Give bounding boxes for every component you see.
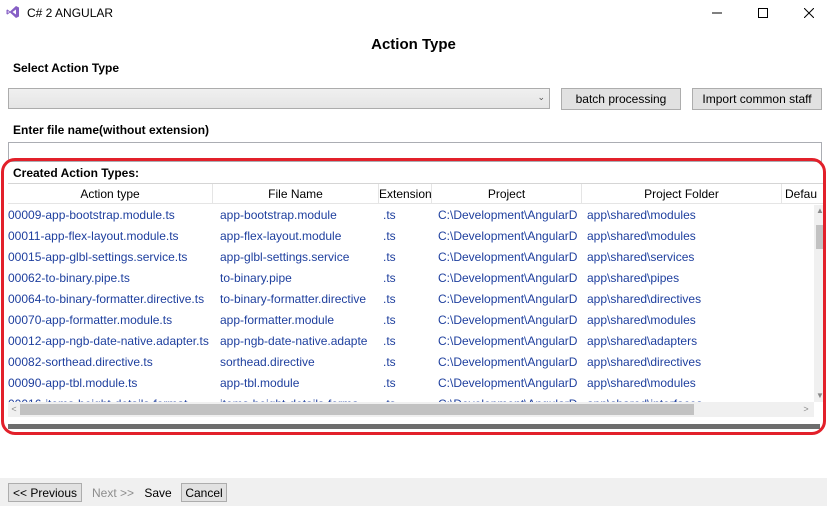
cell-action-type: 00090-app-tbl.module.ts <box>8 376 138 390</box>
cell-project-folder: app\shared\services <box>587 250 695 264</box>
cell-action-type: 00011-app-flex-layout.module.ts <box>8 229 179 243</box>
cell-action-type: 00082-sorthead.directive.ts <box>8 355 153 369</box>
grid-header: Action type File Name Extension Project … <box>8 184 826 204</box>
table-row[interactable]: 00090-app-tbl.module.ts app-tbl.module .… <box>8 373 814 394</box>
cell-project: C:\Development\AngularD <box>438 208 578 222</box>
cell-project-folder: app\shared\pipes <box>587 271 680 285</box>
minimize-icon <box>712 12 722 14</box>
column-header-project-folder[interactable]: Project Folder <box>582 184 782 204</box>
column-header-action-type[interactable]: Action type <box>8 184 213 204</box>
cell-extension: .ts <box>383 208 396 222</box>
horizontal-scroll-thumb[interactable] <box>20 404 694 415</box>
cell-project: C:\Development\AngularD <box>438 292 578 306</box>
file-name-input[interactable] <box>8 142 822 162</box>
cell-extension: .ts <box>383 292 396 306</box>
close-button[interactable] <box>786 0 827 26</box>
cell-extension: .ts <box>383 229 396 243</box>
next-button[interactable]: Next >> <box>87 483 139 502</box>
vertical-scroll-thumb[interactable] <box>816 225 825 249</box>
table-row[interactable]: 00070-app-formatter.module.ts app-format… <box>8 310 814 331</box>
cell-action-type: 00070-app-formatter.module.ts <box>8 313 173 327</box>
cell-file-name: to-binary-formatter.directive <box>220 292 367 306</box>
cell-file-name: app-tbl.module <box>220 376 300 390</box>
cell-project: C:\Development\AngularD <box>438 313 578 327</box>
table-row[interactable]: 00015-app-glbl-settings.service.ts app-g… <box>8 247 814 268</box>
action-type-select[interactable]: ⌄ <box>8 88 550 109</box>
scroll-right-icon[interactable]: > <box>800 402 812 417</box>
previous-button[interactable]: << Previous <box>8 483 82 502</box>
footer-bar: << Previous Next >> Save Cancel <box>0 478 827 506</box>
scroll-up-icon[interactable]: ▲ <box>814 205 826 217</box>
batch-processing-button[interactable]: batch processing <box>561 88 681 110</box>
cell-action-type: 00064-to-binary-formatter.directive.ts <box>8 292 205 306</box>
chevron-down-icon: ⌄ <box>537 92 545 102</box>
cell-action-type: 00009-app-bootstrap.module.ts <box>8 208 175 222</box>
cell-extension: .ts <box>383 313 396 327</box>
page-title: Action Type <box>371 36 456 53</box>
cell-project: C:\Development\AngularD <box>438 271 578 285</box>
cell-project-folder: app\shared\adapters <box>587 334 698 348</box>
cell-extension: .ts <box>383 355 396 369</box>
cell-extension: .ts <box>383 271 396 285</box>
cell-project: C:\Development\AngularD <box>438 334 578 348</box>
cell-project: C:\Development\AngularD <box>438 229 578 243</box>
cell-project-folder: app\shared\directives <box>587 292 702 306</box>
save-button[interactable]: Save <box>143 483 173 502</box>
column-header-default[interactable]: Defau <box>782 184 822 204</box>
column-header-file-name[interactable]: File Name <box>213 184 379 204</box>
table-row[interactable]: 00009-app-bootstrap.module.ts app-bootst… <box>8 205 814 226</box>
minimize-button[interactable] <box>694 0 740 26</box>
select-action-type-label: Select Action Type <box>13 61 120 75</box>
action-types-grid[interactable]: Action type File Name Extension Project … <box>8 183 826 419</box>
cell-project-folder: app\shared\modules <box>587 313 696 327</box>
splitter-bar[interactable] <box>8 424 820 429</box>
cell-file-name: app-glbl-settings.service <box>220 250 350 264</box>
visual-studio-icon <box>6 6 19 18</box>
cell-project: C:\Development\AngularD <box>438 355 578 369</box>
table-row[interactable]: 00082-sorthead.directive.ts sorthead.dir… <box>8 352 814 373</box>
cell-project: C:\Development\AngularD <box>438 250 578 264</box>
column-header-project[interactable]: Project <box>432 184 582 204</box>
created-action-types-label: Created Action Types: <box>13 166 140 180</box>
horizontal-scrollbar[interactable]: < > <box>8 402 814 417</box>
maximize-button[interactable] <box>740 0 786 26</box>
title-bar: C# 2 ANGULAR <box>0 0 827 26</box>
import-common-staff-button[interactable]: Import common staff <box>692 88 822 110</box>
vertical-scrollbar[interactable]: ▲ ▼ <box>814 205 826 402</box>
cell-action-type: 00062-to-binary.pipe.ts <box>8 271 130 285</box>
cell-file-name: app-formatter.module <box>220 313 335 327</box>
cell-extension: .ts <box>383 250 396 264</box>
column-header-extension[interactable]: Extension <box>379 184 432 204</box>
file-name-label: Enter file name(without extension) <box>13 123 210 137</box>
scroll-down-icon[interactable]: ▼ <box>814 390 826 402</box>
cell-project-folder: app\shared\modules <box>587 376 696 390</box>
table-row[interactable]: 00064-to-binary-formatter.directive.ts t… <box>8 289 814 310</box>
cell-file-name: app-ngb-date-native.adapte <box>220 334 368 348</box>
table-row[interactable]: 00011-app-flex-layout.module.ts app-flex… <box>8 226 814 247</box>
cell-file-name: app-flex-layout.module <box>220 229 342 243</box>
cell-action-type: 00015-app-glbl-settings.service.ts <box>8 250 188 264</box>
cell-file-name: app-bootstrap.module <box>220 208 337 222</box>
cell-project-folder: app\shared\modules <box>587 229 696 243</box>
cell-extension: .ts <box>383 376 396 390</box>
table-row[interactable]: 00062-to-binary.pipe.ts to-binary.pipe .… <box>8 268 814 289</box>
maximize-icon <box>758 8 768 18</box>
cell-file-name: sorthead.directive <box>220 355 315 369</box>
cell-action-type: 00012-app-ngb-date-native.adapter.ts <box>8 334 209 348</box>
cell-file-name: to-binary.pipe <box>220 271 292 285</box>
cell-project-folder: app\shared\directives <box>587 355 702 369</box>
close-icon <box>804 8 814 18</box>
cell-extension: .ts <box>383 334 396 348</box>
cell-project: C:\Development\AngularD <box>438 376 578 390</box>
window-title: C# 2 ANGULAR <box>27 6 114 20</box>
table-row[interactable]: 00012-app-ngb-date-native.adapter.ts app… <box>8 331 814 352</box>
cell-project-folder: app\shared\modules <box>587 208 696 222</box>
scroll-left-icon[interactable]: < <box>8 402 20 417</box>
cancel-button[interactable]: Cancel <box>181 483 227 502</box>
